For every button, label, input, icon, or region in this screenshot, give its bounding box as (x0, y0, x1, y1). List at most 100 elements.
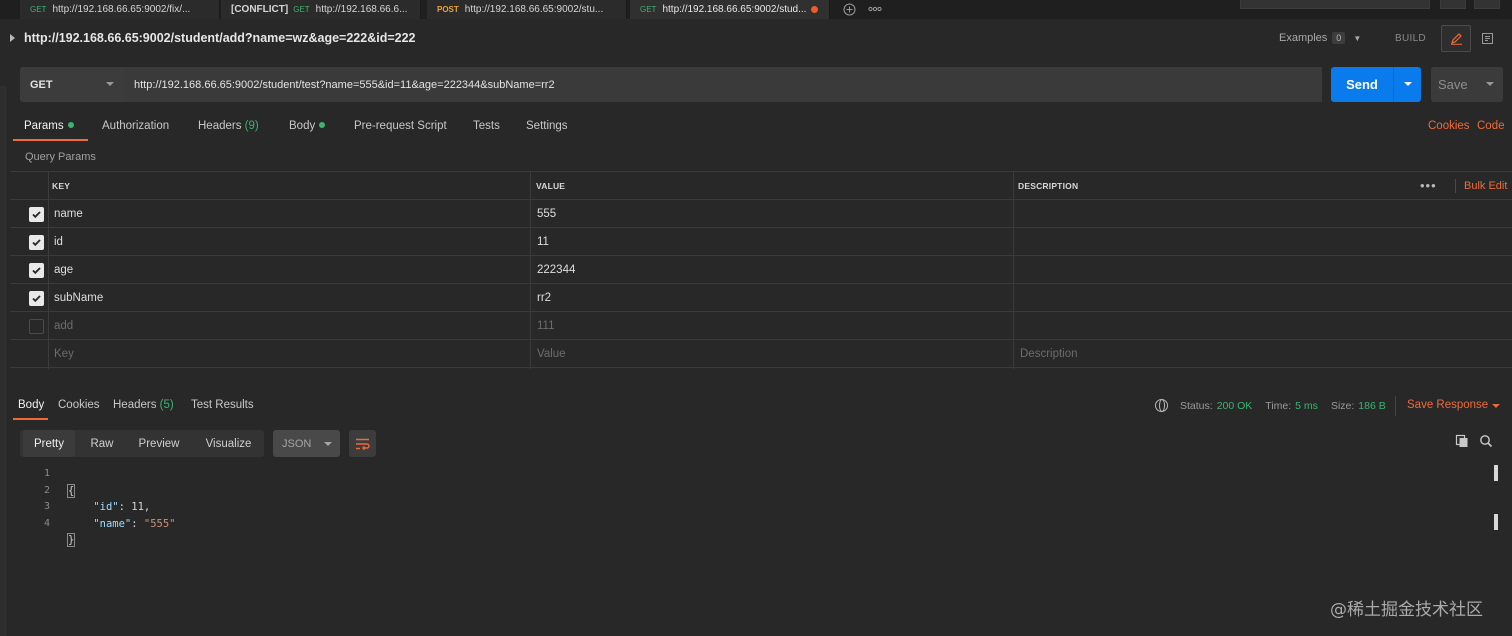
wrap-lines-button[interactable] (349, 430, 376, 457)
search-icon[interactable] (1479, 434, 1493, 448)
save-button[interactable]: Save (1431, 67, 1503, 102)
active-dot-icon (67, 122, 74, 128)
close-brace: } (66, 533, 76, 547)
param-checkbox[interactable] (29, 291, 44, 306)
request-tab[interactable]: POST http://192.168.66.65:9002/stu... (427, 0, 627, 19)
raw-button[interactable]: Raw (82, 430, 122, 457)
preview-button[interactable]: Preview (132, 430, 186, 457)
manage-environments-icon[interactable] (1474, 0, 1500, 9)
param-value[interactable]: 11 (537, 228, 549, 256)
tab-url: http://192.168.66.65:9002/stud... (662, 4, 807, 15)
param-checkbox[interactable] (29, 235, 44, 250)
value-placeholder[interactable]: Value (537, 340, 566, 368)
more-options-icon[interactable]: ••• (1420, 178, 1437, 193)
param-value[interactable]: 111 (537, 312, 554, 340)
build-label[interactable]: BUILD (1395, 33, 1426, 44)
time-value: 5 ms (1295, 399, 1318, 412)
edit-pencil-button[interactable] (1441, 25, 1471, 52)
table-row-disabled: add 111 (10, 312, 1512, 340)
cookies-link[interactable]: Cookies (1428, 120, 1470, 132)
watermark: @稀土掘金技术社区 (1330, 600, 1483, 620)
response-tab-cookies[interactable]: Cookies (58, 399, 100, 411)
param-key[interactable]: name (54, 200, 83, 228)
param-checkbox[interactable] (29, 263, 44, 278)
chevron-down-icon (324, 442, 332, 446)
unsaved-dot-icon (811, 6, 819, 13)
tab-label: Body (289, 120, 316, 132)
document-icon (1481, 33, 1493, 44)
param-key[interactable]: age (54, 256, 73, 284)
active-dot-icon (319, 122, 326, 128)
request-tab[interactable]: [CONFLICT] GET http://192.168.66.6... (221, 0, 421, 19)
response-tab-headers[interactable]: Headers (5) (113, 399, 174, 411)
param-key[interactable]: subName (54, 284, 103, 312)
tab-count: (9) (244, 120, 259, 132)
scrollbar-thumb[interactable] (1494, 465, 1498, 481)
param-value[interactable]: 222344 (537, 256, 575, 284)
table-row: age 222344 (10, 256, 1512, 284)
param-key[interactable]: add (54, 312, 73, 340)
environment-selector[interactable] (1240, 0, 1430, 9)
active-response-tab-indicator (13, 418, 48, 420)
tab-body[interactable]: Body (289, 120, 326, 132)
chevron-down-icon (1486, 82, 1494, 86)
request-tab[interactable]: GET http://192.168.66.65:9002/fix/... (20, 0, 220, 19)
checkmark-icon (32, 211, 41, 219)
tab-headers[interactable]: Headers (9) (198, 120, 259, 132)
json-key: "name" (93, 517, 132, 530)
url-input[interactable] (124, 67, 1322, 102)
send-options-dropdown[interactable] (1393, 67, 1421, 102)
bulk-edit-link[interactable]: Bulk Edit (1464, 172, 1507, 200)
tab-params[interactable]: Params (24, 120, 74, 132)
visualize-button[interactable]: Visualize (197, 430, 260, 457)
param-checkbox[interactable] (29, 319, 44, 334)
new-tab-icon[interactable] (839, 0, 859, 18)
tab-pre-request-script[interactable]: Pre-request Script (354, 120, 447, 132)
view-mode-group: Pretty Raw Preview Visualize (20, 430, 264, 457)
line-numbers: 1 2 3 4 (30, 466, 50, 532)
response-tab-test-results[interactable]: Test Results (191, 399, 254, 411)
param-value[interactable]: 555 (537, 200, 556, 228)
tab-tests[interactable]: Tests (473, 120, 500, 132)
chevron-down-icon[interactable] (1492, 404, 1500, 408)
tab-label: Headers (198, 120, 242, 132)
request-tab-active[interactable]: GET http://192.168.66.65:9002/stud... (630, 0, 830, 19)
checkmark-icon (32, 295, 41, 303)
json-value: "555" (143, 517, 176, 530)
tab-authorization[interactable]: Authorization (102, 120, 169, 132)
param-checkbox[interactable] (29, 207, 44, 222)
param-key[interactable]: id (54, 228, 63, 256)
size-value: 186 B (1358, 399, 1386, 412)
scrollbar-thumb[interactable] (1494, 514, 1498, 530)
description-placeholder[interactable]: Description (1020, 340, 1078, 368)
param-value[interactable]: rr2 (537, 284, 551, 312)
key-placeholder[interactable]: Key (54, 340, 74, 368)
save-response-button[interactable]: Save Response (1407, 399, 1488, 411)
method-select[interactable]: GET (20, 67, 124, 102)
documentation-button[interactable] (1472, 25, 1502, 52)
table-row: subName rr2 (10, 284, 1512, 312)
pretty-button[interactable]: Pretty (23, 430, 75, 457)
response-body-code[interactable]: { "id": 11, "name": "555"} (66, 466, 176, 565)
line-number: 4 (43, 517, 50, 529)
request-title[interactable]: http://192.168.66.65:9002/student/add?na… (24, 31, 416, 45)
collapse-caret-icon[interactable] (10, 34, 15, 42)
left-scrollbar[interactable] (0, 86, 8, 636)
tab-settings[interactable]: Settings (526, 120, 568, 132)
line-number: 3 (43, 501, 50, 512)
tab-conflict-prefix: [CONFLICT] (231, 4, 289, 15)
format-select[interactable]: JSON (273, 430, 340, 457)
tab-method: GET (640, 5, 657, 14)
tab-label: Headers (113, 399, 157, 411)
time-label: Time: (1265, 399, 1292, 412)
copy-icon[interactable] (1455, 434, 1469, 448)
globe-icon[interactable] (1155, 399, 1168, 412)
environment-quick-look-icon[interactable] (1440, 0, 1466, 9)
response-tab-body[interactable]: Body (18, 399, 44, 411)
examples-dropdown[interactable]: Examples 0 ▼ (1279, 32, 1361, 44)
send-button[interactable]: Send (1331, 67, 1393, 102)
checkmark-icon (32, 267, 41, 275)
code-link[interactable]: Code (1477, 120, 1505, 132)
line-number: 2 (43, 484, 50, 496)
more-tabs-icon[interactable] (865, 0, 885, 18)
